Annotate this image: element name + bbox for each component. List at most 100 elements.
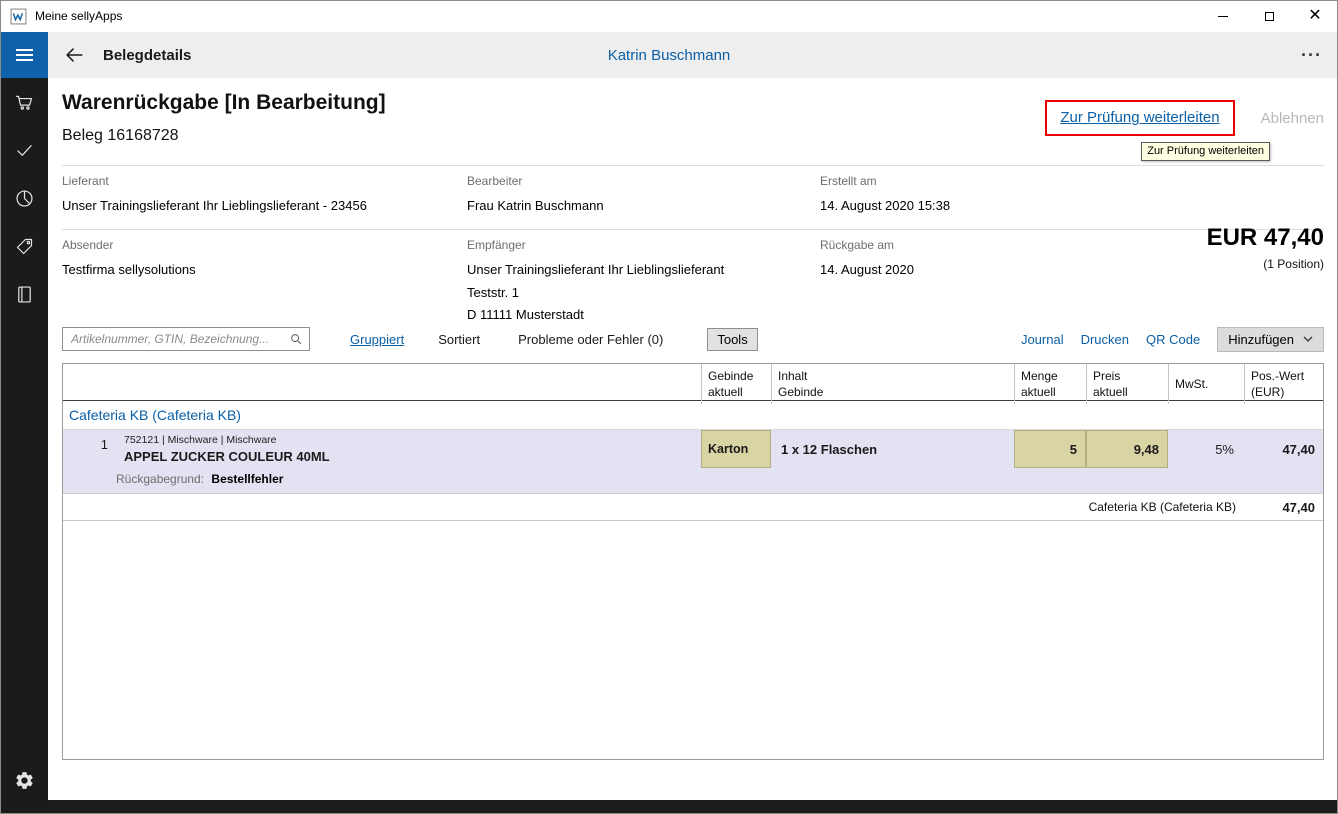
field-value: Unser Trainingslieferant Ihr Lieblingsli… [467,259,820,327]
col-header-inhalt: Inhalt Gebinde [771,364,1014,404]
group-header-row[interactable]: Cafeteria KB (Cafeteria KB) [63,401,1323,430]
forward-for-review-button[interactable]: Zur Prüfung weiterleiten [1060,109,1219,126]
field-label: Empfänger [467,238,820,252]
sidebar-item-catalog[interactable] [0,270,48,318]
minimize-icon [1218,16,1228,17]
hamburger-icon [16,49,33,51]
app-header: Belegdetails Katrin Buschmann ··· [0,32,1338,78]
close-icon: ✕ [1308,8,1321,24]
chevron-down-icon [1303,336,1313,342]
col-header-mwst: MwSt. [1168,364,1244,404]
field-label: Absender [62,238,467,252]
search-icon[interactable] [289,332,303,346]
toolbar-right-group: Journal Drucken QR Code Hinzufügen [1021,327,1324,352]
row-position-number: 1 [63,430,116,468]
hinzufuegen-label: Hinzufügen [1228,332,1294,347]
back-button[interactable] [61,42,87,68]
document-actions: Zur Prüfung weiterleiten Ablehnen [1045,100,1324,136]
gebinde-cell[interactable]: Karton [701,430,771,468]
maximize-icon [1265,12,1274,21]
gruppiert-toggle[interactable]: Gruppiert [350,332,404,347]
article-name: APPEL ZUCKER COULEUR 40ML [124,449,693,464]
field-empfaenger: Empfänger Unser Trainingslieferant Ihr L… [467,238,820,327]
sidebar-item-tasks[interactable] [0,126,48,174]
price-tag-icon [14,236,35,257]
return-reason-row[interactable]: Rückgabegrund: Bestellfehler [63,468,1323,494]
menge-cell[interactable]: 5 [1014,430,1086,468]
reason-value: Bestellfehler [211,472,283,486]
app-logo-icon [10,8,27,25]
article-meta: 752121 | Mischware | Mischware [124,434,693,446]
sidebar-item-statistics[interactable] [0,174,48,222]
info-row-2: Absender Testfirma sellysolutions Empfän… [62,229,1324,338]
window-titlebar: Meine sellyApps ✕ [0,0,1338,32]
field-value: Unser Trainingslieferant Ihr Lieblingsli… [62,195,467,218]
table-header-row: Gebinde aktuell Inhalt Gebinde Menge akt… [63,364,1323,401]
sidebar-item-cart[interactable] [0,78,48,126]
pie-chart-icon [14,188,35,209]
hamburger-menu-button[interactable] [0,32,48,78]
col-header-menge: Menge aktuell [1014,364,1086,404]
cart-icon [14,92,35,113]
field-value: 14. August 2020 15:38 [820,195,1324,218]
document-info: Lieferant Unser Trainingslieferant Ihr L… [62,165,1324,338]
forward-button-highlight: Zur Prüfung weiterleiten [1045,100,1234,136]
sortiert-toggle[interactable]: Sortiert [438,332,480,347]
more-options-button[interactable]: ··· [1301,45,1322,66]
field-value: Testfirma sellysolutions [62,259,467,282]
field-label: Lieferant [62,174,467,188]
hinzufuegen-dropdown-button[interactable]: Hinzufügen [1217,327,1324,352]
group-summary-row: Cafeteria KB (Cafeteria KB) 47,40 [63,494,1323,521]
qr-code-link[interactable]: QR Code [1146,332,1200,347]
minimize-button[interactable] [1200,0,1246,32]
col-header-article [116,364,701,404]
book-icon [14,284,35,305]
maximize-button[interactable] [1246,0,1292,32]
gear-icon [14,770,35,791]
summary-group-label: Cafeteria KB (Cafeteria KB) [63,494,1244,520]
total-amount: EUR 47,40 [1207,224,1324,252]
field-lieferant: Lieferant Unser Trainingslieferant Ihr L… [62,174,467,218]
field-label: Erstellt am [820,174,1324,188]
probleme-filter[interactable]: Probleme oder Fehler (0) [518,332,663,347]
mwst-cell: 5% [1168,430,1244,468]
bottom-statusbar [0,800,1338,814]
col-header-gebinde: Gebinde aktuell [701,364,771,404]
document-number: Beleg 16168728 [62,127,179,145]
positions-table: Gebinde aktuell Inhalt Gebinde Menge akt… [62,363,1324,760]
window-controls: ✕ [1200,0,1338,32]
document-title: Warenrückgabe [In Bearbeitung] [62,91,386,115]
tools-button[interactable]: Tools [707,328,757,351]
document-total: EUR 47,40 (1 Position) [1207,224,1324,271]
field-erstellt-am: Erstellt am 14. August 2020 15:38 [820,174,1324,218]
col-header-pos [63,364,116,404]
current-user-link[interactable]: Katrin Buschmann [608,47,731,64]
drucken-link[interactable]: Drucken [1081,332,1129,347]
page-title: Belegdetails [103,47,191,64]
wert-cell: 47,40 [1244,430,1323,468]
preis-cell[interactable]: 9,48 [1086,430,1168,468]
field-bearbeiter: Bearbeiter Frau Katrin Buschmann [467,174,820,218]
table-row[interactable]: 1 752121 | Mischware | Mischware APPEL Z… [63,430,1323,468]
col-header-preis: Preis aktuell [1086,364,1168,404]
total-position-count: (1 Position) [1207,257,1324,271]
field-value: Frau Katrin Buschmann [467,195,820,218]
field-label: Bearbeiter [467,174,820,188]
field-absender: Absender Testfirma sellysolutions [62,238,467,327]
search-input[interactable] [63,332,289,346]
col-header-wert: Pos.-Wert (EUR) [1244,364,1323,404]
reason-label: Rückgabegrund: [116,472,204,486]
article-search [62,327,310,351]
summary-group-value: 47,40 [1244,494,1323,520]
main-content: Warenrückgabe [In Bearbeitung] Beleg 161… [48,78,1338,800]
items-toolbar: Gruppiert Sortiert Probleme oder Fehler … [62,326,1324,352]
info-row-1: Lieferant Unser Trainingslieferant Ihr L… [62,165,1324,229]
close-button[interactable]: ✕ [1292,0,1338,32]
inhalt-cell: 1 x 12 Flaschen [771,430,1014,468]
reject-button[interactable]: Ablehnen [1261,110,1324,127]
journal-link[interactable]: Journal [1021,332,1064,347]
sidebar-item-prices[interactable] [0,222,48,270]
back-arrow-icon [63,44,85,66]
sidebar-item-settings[interactable] [0,756,48,804]
checkmark-icon [14,140,35,161]
